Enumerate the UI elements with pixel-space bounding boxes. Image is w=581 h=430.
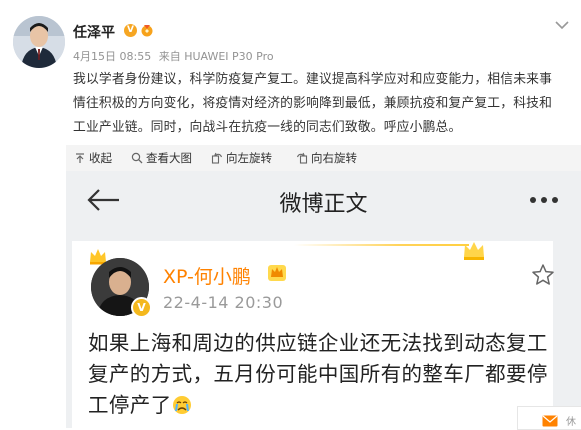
avatar[interactable] [13,16,65,68]
inner-verified-badge-icon: V [131,297,152,318]
crown-badge-icon [268,265,286,281]
cry-emoji-icon [172,396,191,414]
collapse-label: 收起 [89,151,112,165]
username[interactable]: 任泽平 [73,22,115,42]
inner-text-body: 如果上海和周边的供应链企业还无法找到动态复工复产的方式，五月份可能中国所有的整车… [88,331,548,417]
medal-icon [141,25,153,37]
star-icon [532,264,554,285]
image-header-title: 微博正文 [279,192,368,217]
message-float-button[interactable]: 休 [517,406,581,430]
more-icon [530,197,558,203]
rotate-left-icon [211,152,223,164]
inner-username: XP-何小鹏 [163,266,251,288]
post-meta: 4月15日 08:55 来自 HUAWEI P30 Pro [73,48,278,64]
post-source: 来自 HUAWEI P30 Pro [158,50,274,63]
post-text: 我以学者身份建议，科学防疫复产复工。建议提高科学应对和应变能力，相信未来事情往积… [73,72,553,135]
rotate-right-button[interactable]: 向右旋转 [296,150,357,166]
chevron-down-icon[interactable] [555,20,569,30]
verified-badge-icon: V [124,24,137,37]
float-text: 休 [566,417,576,428]
rotate-left-button[interactable]: 向左旋转 [211,150,272,166]
inner-time: 22-4-14 20:30 [163,293,284,312]
rotate-left-label: 向左旋转 [226,151,272,165]
image-toolbar: 收起 查看大图 向左旋转 向右旋转 [66,145,581,171]
crown-decoration-line [294,244,469,246]
mail-icon [542,415,558,427]
view-large-label: 查看大图 [146,151,192,165]
post-date[interactable]: 4月15日 08:55 [73,50,151,63]
rotate-right-label: 向右旋转 [311,151,357,165]
rotate-right-icon [296,152,308,164]
collapse-button[interactable]: 收起 [74,150,112,166]
view-large-button[interactable]: 查看大图 [131,150,192,166]
crown-icon [464,242,484,260]
collapse-icon [76,153,84,163]
image-header: 微博正文 [66,171,581,229]
inner-text: 如果上海和周边的供应链企业还无法找到动态复工复产的方式，五月份可能中国所有的整车… [88,328,568,421]
search-icon [131,152,143,164]
